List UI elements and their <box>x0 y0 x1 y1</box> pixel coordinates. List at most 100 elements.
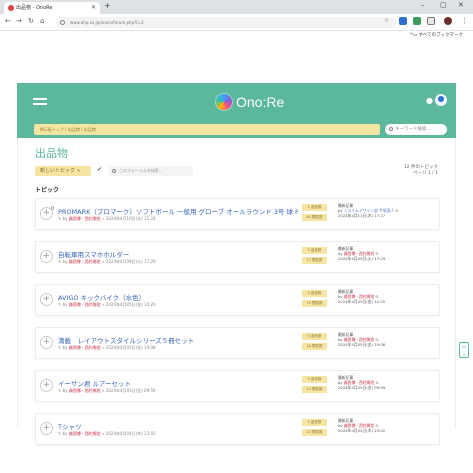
topic-row[interactable]: + イーサン君 ルアーセット ✎ by 森西博・西村周宏 » 2024年4月05… <box>35 370 440 402</box>
topic-meta: ✎ by 森西博・西村周宏 » 2024年4月05日(金) 09:59 <box>58 388 156 393</box>
bookmarks-bar: » ▭ すべてのブックマーク <box>0 31 473 41</box>
close-window-icon[interactable]: ✕ <box>458 1 464 9</box>
topic-date: » 2024年4月10日(水) 15:24 <box>102 216 156 221</box>
notification-bell-icon[interactable]: ● <box>426 96 433 105</box>
address-bar: ← → ↻ ⌂ www.ohp.xx.jp/onore/forum.php?f=… <box>0 14 473 31</box>
topic-title-link[interactable]: 自転車用スマホホルダー <box>58 249 129 259</box>
topic-title-link[interactable]: PROMARK（プロマーク）ソフトボール 一般用 グローブ オールラウンド 3号… <box>58 206 298 216</box>
last-post-date: 2024年4月11日(木) 17:27 <box>338 213 386 218</box>
side-feedback-widget[interactable]: ◎ ≡ <box>459 342 469 358</box>
pencil-icon: ✎ <box>77 168 81 173</box>
minimize-icon[interactable]: – <box>421 1 425 9</box>
url-field[interactable]: www.ohp.xx.jp/onore/forum.php?f=3 <box>56 17 396 28</box>
reload-icon[interactable]: ↻ <box>28 17 34 25</box>
topic-meta: ✎ by 森西博・西村周宏 » 2024年4月04日(木) 23:02 <box>58 431 156 436</box>
site-search-placeholder: キーワード検索... <box>395 127 431 132</box>
sub-header: 掲示板トップ / 出品物 / 出品物 キーワード検索... <box>17 120 456 138</box>
tab-close-icon[interactable]: ✕ <box>91 2 96 14</box>
topic-row[interactable]: +0 PROMARK（プロマーク）ソフトボール 一般用 グローブ オールラウンド… <box>35 198 440 230</box>
topic-date: » 2024年4月05日(金) 10:20 <box>102 302 156 307</box>
topic-author[interactable]: 森西博・西村周宏 <box>69 302 101 307</box>
home-icon[interactable]: ⌂ <box>40 17 44 25</box>
last-post-date: 2024年4月05日(金) 10:20 <box>338 299 386 304</box>
browser-tab-bar: 出品物 - OnoRe ✕ + – ▢ ✕ <box>0 0 473 14</box>
new-topic-button[interactable]: 新しいトピック ✎ <box>35 166 91 176</box>
forum-search-input[interactable]: このフォーラムを検索... <box>109 166 193 176</box>
topic-counts: 12 件のトピック ページ 1 / 1 <box>404 165 438 177</box>
last-post-date: 2024年4月05日(金) 09:59 <box>338 385 386 390</box>
extension-icon[interactable] <box>413 17 421 25</box>
topic-plus-icon[interactable]: + <box>40 293 53 306</box>
topic-badge: 0 <box>51 206 55 212</box>
new-tab-icon[interactable]: + <box>104 1 111 10</box>
topic-title-link[interactable]: AVIGO キックバイク（水色） <box>58 292 145 302</box>
topic-meta: ✎ by 森西博・西村周宏 » 2024年4月09日(火) 17:29 <box>58 259 156 264</box>
last-post-date: 2024年4月04日(木) 23:02 <box>338 428 386 433</box>
site-info-icon <box>60 20 65 25</box>
breadcrumb[interactable]: 掲示板トップ / 出品物 / 出品物 <box>34 124 380 135</box>
forum-search-placeholder: このフォーラムを検索... <box>119 168 163 173</box>
reply-count: 1 返信数 <box>302 204 327 211</box>
maximize-icon[interactable]: ▢ <box>440 1 447 9</box>
search-icon <box>112 169 116 173</box>
view-count: 22 閲覧数 <box>302 429 327 436</box>
site-search-input[interactable]: キーワード検索... <box>385 124 447 135</box>
site-header: Ono:Re ● <box>17 83 456 120</box>
view-count: 15 閲覧数 <box>302 300 327 307</box>
page-info[interactable]: ページ 1 / 1 <box>404 171 438 177</box>
favicon-icon <box>8 5 14 11</box>
all-bookmarks-link[interactable]: ▭ すべてのブックマーク <box>413 32 463 38</box>
topic-title-link[interactable]: Tシャツ <box>58 421 81 431</box>
view-count: 17 閲覧数 <box>302 257 327 264</box>
topic-plus-icon[interactable]: + <box>40 336 53 349</box>
topic-row[interactable]: + 自転車用スマホホルダー ✎ by 森西博・西村周宏 » 2024年4月09日… <box>35 241 440 273</box>
topic-plus-icon[interactable]: + <box>40 250 53 263</box>
forward-icon[interactable]: → <box>16 17 22 25</box>
bookmark-star-icon[interactable]: ☆ <box>384 17 389 24</box>
last-post: 最新記事 by 森西博・西村周宏 ⊙ 2024年4月05日(金) 09:59 <box>338 375 386 390</box>
back-icon[interactable]: ← <box>5 17 11 25</box>
profile-icon[interactable] <box>444 17 452 25</box>
page-title: 出品物 <box>35 147 68 160</box>
extensions-puzzle-icon[interactable] <box>427 17 435 25</box>
topic-title-link[interactable]: 満載 レイアウトスタイルシリーズ５冊セット <box>58 335 194 345</box>
topic-author[interactable]: 森西博・西村周宏 <box>69 431 101 436</box>
last-post: 最新記事 by 森西博・西村周宏 ⊙ 2024年4月05日(金) 10:20 <box>338 289 386 304</box>
topic-author[interactable]: 森西博・西村周宏 <box>69 388 101 393</box>
topic-title-link[interactable]: イーサン君 ルアーセット <box>58 378 131 388</box>
url-text: www.ohp.xx.jp/onore/forum.php?f=3 <box>70 20 144 25</box>
extension-icon[interactable] <box>399 17 407 25</box>
reply-count: 0 返信数 <box>302 290 327 297</box>
last-post: 最新記事 by 森西博・西村周宏 ⊙ 2024年4月05日(金) 10:08 <box>338 332 386 347</box>
new-topic-label: 新しいトピック <box>40 168 76 174</box>
tab-title: 出品物 - OnoRe <box>16 5 53 11</box>
topic-row[interactable]: + Tシャツ ✎ by 森西博・西村周宏 » 2024年4月04日(木) 23:… <box>35 413 440 445</box>
topic-meta: ✎ by 森西博・西村周宏 » 2024年4月10日(水) 15:24 <box>58 216 156 221</box>
topic-meta: ✎ by 森西博・西村周宏 » 2024年4月05日(金) 10:08 <box>58 345 156 350</box>
site-logo[interactable]: Ono:Re <box>216 91 284 113</box>
browser-tab[interactable]: 出品物 - OnoRe ✕ <box>4 2 100 14</box>
topic-date: » 2024年4月05日(金) 10:08 <box>102 345 156 350</box>
mark-read-check-icon[interactable]: ✔ <box>97 166 102 173</box>
view-count: 64 閲覧数 <box>302 214 327 221</box>
view-count: 14 閲覧数 <box>302 386 327 393</box>
topic-date: » 2024年4月04日(木) 23:02 <box>102 431 156 436</box>
reply-count: 0 返信数 <box>302 247 327 254</box>
logo-orb-icon <box>216 94 232 110</box>
topic-author[interactable]: 森西博・西村周宏 <box>69 216 101 221</box>
topic-row[interactable]: + 満載 レイアウトスタイルシリーズ５冊セット ✎ by 森西博・西村周宏 » … <box>35 327 440 359</box>
hamburger-menu-icon[interactable] <box>33 98 47 108</box>
topic-meta: ✎ by 森西博・西村周宏 » 2024年4月05日(金) 10:20 <box>58 302 156 307</box>
all-bookmarks-label: すべてのブックマーク <box>418 33 463 38</box>
topic-plus-icon[interactable]: + <box>40 422 53 435</box>
last-post: 最新記事 by システムデザイン部 今堀直人 ⊙ 2024年4月11日(木) 1… <box>338 203 399 218</box>
last-post-date: 2024年4月09日(火) 17:29 <box>338 256 386 261</box>
topic-author[interactable]: 森西博・西村周宏 <box>69 345 101 350</box>
topic-plus-icon[interactable]: + <box>40 379 53 392</box>
topic-plus-icon[interactable]: +0 <box>40 206 55 220</box>
topic-author[interactable]: 森西博・西村周宏 <box>69 259 101 264</box>
menu-kebab-icon[interactable]: ⋮ <box>461 17 468 25</box>
user-avatar[interactable] <box>435 94 447 106</box>
topic-row[interactable]: + AVIGO キックバイク（水色） ✎ by 森西博・西村周宏 » 2024年… <box>35 284 440 316</box>
logo-text: Ono:Re <box>236 94 285 110</box>
